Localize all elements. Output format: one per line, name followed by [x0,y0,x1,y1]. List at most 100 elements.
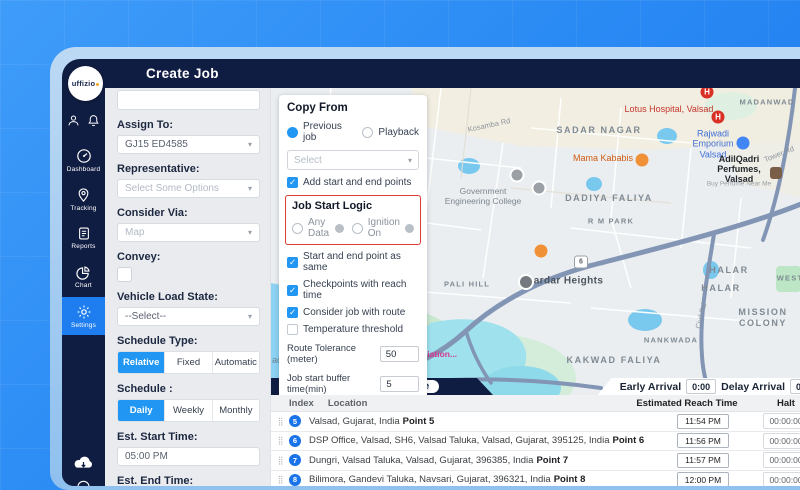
sidebar: Dashboard Tracking [62,88,105,486]
map-label-area: R M PARK [588,217,634,226]
buffer-time-input[interactable]: 5 [380,376,419,392]
reach-time-input[interactable]: 11:54 PM [677,414,729,429]
headset-icon[interactable] [76,480,91,486]
delay-arrival-input[interactable]: 0:00 [790,379,800,394]
reach-time-checkbox[interactable]: ✓ [287,285,298,296]
sidebar-item-dashboard[interactable]: Dashboard [62,141,105,179]
schedule-segment: Daily Weekly Monthly [117,399,260,422]
highway-shield-icon: 6 [574,256,588,269]
point-label: Point 7 [536,455,568,466]
map-label-poi-sub: Buy Perfume Near Me [707,181,771,188]
app-window: Create Job uffizio [62,59,800,486]
est-start-input[interactable]: 05:00 PM [117,447,260,466]
reports-doc-icon [77,226,91,241]
dashboard-gauge-icon [76,148,92,164]
drag-handle-icon[interactable]: ⣿ [271,417,289,426]
convey-checkbox[interactable] [117,267,132,282]
map-label-area: MISSION COLONY [734,307,792,329]
schedule-weekly[interactable]: Weekly [164,400,211,421]
info-dot-icon [405,224,414,233]
app-header: Create Job [62,59,800,88]
sidebar-item-settings[interactable]: Settings [62,297,105,335]
map-label-area: DADIYA FALIYA [565,193,653,203]
reach-time-input[interactable]: 11:57 PM [677,453,729,468]
sidebar-item-reports[interactable]: Reports [62,219,105,257]
halt-input[interactable]: 00:00:00 [763,433,800,449]
schedule-type-fixed[interactable]: Fixed [164,352,211,373]
add-points-checkbox[interactable]: ✓ [287,177,298,188]
ignition-on-radio[interactable] [352,223,363,234]
convey-label: Convey: [117,251,260,263]
playback-radio[interactable] [362,127,373,138]
index-badge: 7 [289,454,301,466]
same-point-checkbox[interactable]: ✓ [287,257,298,268]
restaurant-marker-icon [636,154,649,167]
sidebar-item-tracking[interactable]: Tracking [62,180,105,218]
copy-from-select[interactable]: Select ▾ [287,150,419,170]
map-label-area: HALAR [701,283,741,293]
early-arrival-input[interactable]: 0:00 [686,379,716,394]
schedule-daily[interactable]: Daily [118,400,164,421]
table-row[interactable]: ⣿ 6 DSP Office, Valsad, SH6, Valsad Talu… [271,432,800,452]
settings-gear-icon [76,304,92,320]
vehicle-load-select[interactable]: --Select-- ▾ [117,307,260,326]
location-text: DSP Office, Valsad, SH6, Valsad Taluka, … [309,435,609,446]
map-label-poi: Government Engineering College [439,186,527,206]
schedule-type-automatic[interactable]: Automatic [212,352,259,373]
sidebar-item-chart[interactable]: Chart [62,258,105,296]
sardar-heights-marker-icon [518,274,534,290]
map-label-poi: Mama Kababis [573,153,633,163]
user-icon[interactable] [67,114,80,127]
cloud-download-icon[interactable] [73,455,94,471]
map-label-poi: Sardar Heights [527,276,604,287]
main-area: SADAR NAGAR MADANWAD Lotus Hospital, Val… [270,88,800,486]
previous-job-radio[interactable] [287,127,298,138]
drag-handle-icon[interactable]: ⣿ [271,436,289,445]
early-arrival-label: Early Arrival [620,381,681,393]
job-start-logic-box: Job Start Logic Any Data Ignition On [285,195,421,245]
halt-input[interactable]: 00:00:00 [763,452,800,468]
table-row[interactable]: ⣿ 5 Valsad, Gujarat, IndiaPoint 5 11:54 … [271,412,800,432]
vehicle-load-label: Vehicle Load State: [117,291,260,303]
buffer-time-label: Job start buffer time(min) [287,373,380,395]
map-label-area: PALI HILL [444,280,490,289]
poi-marker-icon [532,181,547,196]
schedule-type-segment: Relative Fixed Automatic [117,351,260,374]
bell-icon[interactable] [87,114,100,127]
chevron-down-icon: ▾ [248,228,252,237]
est-end-label: Est. End Time: [117,475,260,486]
temperature-checkbox[interactable] [287,324,298,335]
assign-to-label: Assign To: [117,119,260,131]
table-row[interactable]: ⣿ 7 Dungri, Valsad Taluka, Valsad, Gujar… [271,451,800,471]
reach-time-input[interactable]: 11:56 PM [677,433,729,448]
chart-pie-icon [76,265,91,280]
job-form-panel: Assign To: GJ15 ED4585 ▾ Representative:… [105,88,270,486]
route-checkbox[interactable]: ✓ [287,307,298,318]
reach-time-input[interactable]: 12:00 PM [677,472,729,486]
halt-input[interactable]: 00:00:00 [763,472,800,486]
drag-handle-icon[interactable]: ⣿ [271,475,289,484]
map-canvas[interactable]: SADAR NAGAR MADANWAD Lotus Hospital, Val… [271,88,800,395]
assign-to-select[interactable]: GJ15 ED4585 ▾ [117,135,260,154]
halt-input[interactable]: 00:00:00 [763,413,800,429]
drag-handle-icon[interactable]: ⣿ [271,456,289,465]
schedule-monthly[interactable]: Monthly [212,400,259,421]
location-text: Bilimora, Gandevi Taluka, Navsari, Gujar… [309,474,551,485]
point-label: Point 5 [403,416,435,427]
job-name-input[interactable] [117,90,260,110]
consider-via-select[interactable]: Map ▾ [117,223,260,242]
table-row[interactable]: ⣿ 8 Bilimora, Gandevi Taluka, Navsari, G… [271,471,800,487]
map-label-area: MADANWAD [739,98,794,107]
col-reach: Estimated Reach Time [632,398,742,409]
representative-select[interactable]: Select Some Options ▾ [117,179,260,198]
route-tolerance-label: Route Tolerance (meter) [287,343,380,365]
schedule-type-relative[interactable]: Relative [118,352,164,373]
job-start-logic-title: Job Start Logic [292,200,414,212]
checkpoints-table: Index Location Estimated Reach Time Halt… [271,395,800,486]
map-label-area: NANKWADA [644,336,698,345]
table-header: Index Location Estimated Reach Time Halt [271,395,800,412]
tracking-pin-icon [76,187,91,203]
route-tolerance-input[interactable]: 50 [380,346,419,362]
any-data-radio[interactable] [292,223,303,234]
brand-logo[interactable]: uffizio [68,66,103,101]
